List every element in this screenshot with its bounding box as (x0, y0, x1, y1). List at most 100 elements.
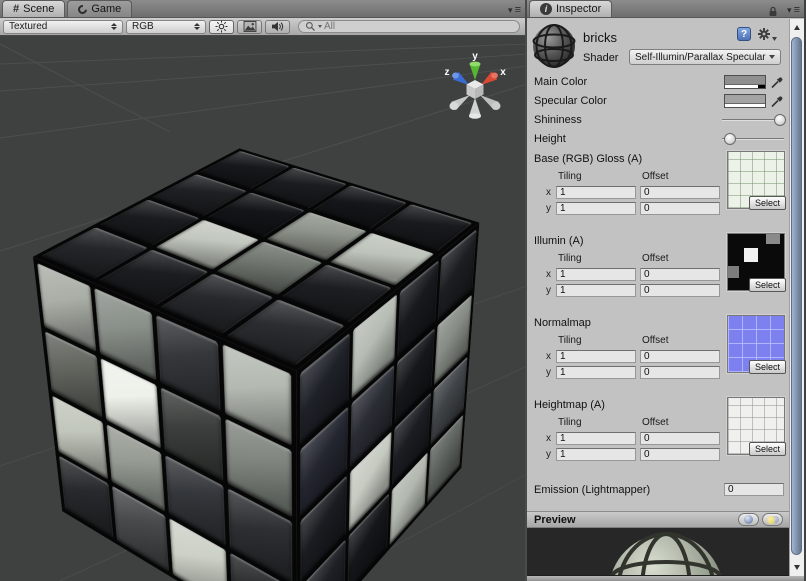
illumin-texture-thumbnail[interactable]: Select (727, 233, 785, 291)
normalmap-texture-thumbnail[interactable]: Select (727, 315, 785, 373)
normalmap-tiling-x-input[interactable] (556, 350, 636, 363)
offset-header: Offset (640, 171, 720, 182)
height-slider[interactable] (722, 132, 784, 146)
texture-section-base: Base (RGB) Gloss (A) Tiling Offset x y S… (527, 148, 789, 230)
chevron-down-icon (772, 37, 777, 41)
scene-viewport[interactable]: y x z (0, 36, 525, 581)
scene-lighting-toggle[interactable] (209, 20, 234, 34)
base-tiling-y-input[interactable] (556, 202, 636, 215)
chevron-down-icon (769, 55, 775, 59)
material-header: bricks Shader Self-Illumin/Parallax Spec… (527, 18, 789, 72)
scrollbar-thumb[interactable] (791, 37, 802, 555)
search-input[interactable] (324, 21, 513, 32)
tiling-header: Tiling (556, 335, 636, 346)
illumin-offset-y-input[interactable] (640, 284, 720, 297)
gear-icon (757, 27, 771, 41)
scene-audio-toggle[interactable] (265, 20, 290, 34)
normalmap-texture-select-button[interactable]: Select (749, 360, 786, 374)
updown-arrows-icon (111, 23, 117, 30)
illumin-offset-x-input[interactable] (640, 268, 720, 281)
help-button[interactable]: ? (737, 27, 751, 41)
color-mode-value: RGB (132, 21, 154, 32)
base-offset-y-input[interactable] (640, 202, 720, 215)
heightmap-tiling-y-input[interactable] (556, 448, 636, 461)
shader-dropdown[interactable]: Self-Illumin/Parallax Specular (629, 49, 781, 65)
normalmap-offset-x-input[interactable] (640, 350, 720, 363)
eyedropper-icon[interactable] (770, 94, 784, 108)
tab-game-label: Game (91, 3, 121, 15)
speaker-icon (271, 21, 284, 32)
tab-scene[interactable]: # Scene (2, 0, 65, 17)
rubiks-cube-object[interactable] (146, 197, 398, 551)
base-texture-select-button[interactable]: Select (749, 196, 786, 210)
render-mode-value: Textured (9, 21, 47, 32)
normalmap-offset-y-input[interactable] (640, 366, 720, 379)
preview-header[interactable]: Preview (527, 511, 804, 528)
updown-arrows-icon (194, 23, 200, 30)
texture-section-illumin: Illumin (A) Tiling Offset x y (527, 230, 789, 312)
tiling-header: Tiling (556, 253, 636, 264)
scene-search-field[interactable] (298, 20, 520, 33)
inspector-scrollbar[interactable] (789, 19, 804, 576)
normalmap-tiling-y-input[interactable] (556, 366, 636, 379)
eyedropper-icon[interactable] (770, 75, 784, 89)
gizmo-z-label: z (445, 67, 450, 78)
main-color-row: Main Color (527, 72, 789, 91)
emission-input[interactable] (724, 483, 784, 496)
heightmap-texture-select-button[interactable]: Select (749, 442, 786, 456)
height-slider-knob[interactable] (724, 133, 736, 145)
axis-label-x: x (540, 187, 552, 198)
tab-game[interactable]: Game (67, 0, 132, 17)
settings-button[interactable] (757, 27, 777, 41)
scene-toolbar: Textured RGB (0, 18, 525, 36)
preview-viewport[interactable] (527, 528, 804, 576)
base-texture-thumbnail[interactable]: Select (727, 151, 785, 209)
shininess-slider-knob[interactable] (774, 114, 786, 126)
render-mode-dropdown[interactable]: Textured (3, 20, 123, 34)
axis-label-y: y (540, 285, 552, 296)
specular-color-swatch[interactable] (724, 94, 766, 108)
scroll-up-arrow[interactable] (794, 25, 800, 30)
heightmap-offset-x-input[interactable] (640, 432, 720, 445)
axis-label-x: x (540, 269, 552, 280)
heightmap-tiling-x-input[interactable] (556, 432, 636, 445)
illumin-tiling-y-input[interactable] (556, 284, 636, 297)
heightmap-offset-y-input[interactable] (640, 448, 720, 461)
gizmo-x-label: x (500, 67, 506, 78)
color-mode-dropdown[interactable]: RGB (126, 20, 206, 34)
scene-skybox-toggle[interactable] (237, 20, 262, 34)
panel-resize-handle[interactable] (527, 576, 804, 581)
heightmap-texture-thumbnail[interactable]: Select (727, 397, 785, 455)
image-icon (243, 21, 257, 32)
menu-icon: ≡ (794, 5, 800, 16)
illumin-tiling-x-input[interactable] (556, 268, 636, 281)
tab-inspector[interactable]: i Inspector (529, 0, 612, 17)
lock-icon (768, 6, 778, 17)
shininess-row: Shininess (527, 110, 789, 129)
gizmo-y-axis-cone[interactable] (470, 64, 481, 80)
illumin-texture-select-button[interactable]: Select (749, 278, 786, 292)
game-icon (76, 3, 89, 16)
height-label: Height (534, 133, 722, 145)
preview-mesh-button[interactable] (738, 513, 759, 526)
preview-sphere (606, 531, 726, 576)
menu-icon: ≡ (515, 5, 521, 16)
preview-lighting-button[interactable] (762, 513, 783, 526)
search-icon (305, 21, 316, 32)
axis-label-x: x (540, 351, 552, 362)
base-offset-x-input[interactable] (640, 186, 720, 199)
preview-panel: Preview (527, 511, 804, 581)
base-tiling-x-input[interactable] (556, 186, 636, 199)
main-color-swatch[interactable] (724, 75, 766, 89)
shader-label: Shader (583, 52, 618, 64)
scroll-down-arrow[interactable] (794, 565, 800, 570)
inspector-content: bricks Shader Self-Illumin/Parallax Spec… (527, 18, 789, 511)
axis-label-x: x (540, 433, 552, 444)
sun-icon (215, 20, 228, 33)
scene-orientation-gizmo[interactable]: y x z (437, 48, 513, 124)
scene-panel-menu-button[interactable]: ▾ ≡ (508, 5, 521, 16)
scene-tabbar: # Scene Game ▾ ≡ (0, 0, 525, 18)
shininess-slider[interactable] (722, 113, 784, 127)
offset-header: Offset (640, 417, 720, 428)
inspector-panel-menu-button[interactable]: ▾ ≡ (787, 5, 800, 16)
